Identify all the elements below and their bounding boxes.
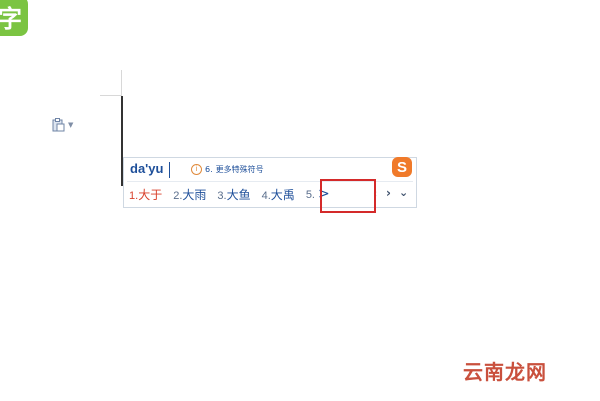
hint-number: 6. bbox=[205, 165, 213, 174]
paste-dropdown-arrow-icon: ▼ bbox=[68, 121, 74, 129]
app-icon[interactable]: 字 bbox=[0, 0, 28, 36]
candidate-number: 5. bbox=[305, 189, 315, 201]
candidate-word: 大鱼 bbox=[226, 187, 251, 202]
candidate-number: 1. bbox=[129, 189, 139, 202]
watermark: 云南龙网 bbox=[463, 360, 547, 384]
candidate-1[interactable]: 1. 大于 bbox=[129, 186, 162, 203]
paste-options-icon[interactable]: ▼ bbox=[52, 118, 73, 132]
clipboard-icon bbox=[52, 118, 65, 132]
sogou-logo-icon[interactable]: S bbox=[392, 157, 412, 177]
candidate-4[interactable]: 4. 大禹 bbox=[262, 186, 295, 203]
candidate-number: 2. bbox=[173, 189, 183, 202]
page-margin-marker-horizontal bbox=[100, 95, 122, 96]
candidate-word: 大于 bbox=[138, 187, 163, 202]
pinyin-input[interactable]: da'yu bbox=[130, 161, 163, 176]
page-margin-marker-vertical bbox=[121, 70, 122, 96]
hint-text: 更多特殊符号 bbox=[215, 165, 264, 174]
expand-icon[interactable]: ⌄ bbox=[399, 186, 408, 199]
candidate-number: 3. bbox=[217, 189, 227, 202]
candidate-2[interactable]: 2. 大雨 bbox=[173, 186, 206, 203]
candidate-word: 大雨 bbox=[182, 187, 207, 202]
sogou-logo-letter: S bbox=[396, 158, 407, 176]
special-symbols-hint[interactable]: i 6. 更多特殊符号 bbox=[191, 164, 264, 175]
candidate-list: 1. 大于 2. 大雨 3. 大鱼 4. 大禹 5. > bbox=[129, 185, 341, 203]
highlight-annotation-box bbox=[320, 179, 376, 213]
app-icon-glyph: 字 bbox=[0, 4, 22, 33]
pinyin-caret bbox=[169, 162, 170, 178]
candidate-3[interactable]: 3. 大鱼 bbox=[217, 186, 250, 203]
candidate-word: 大禹 bbox=[270, 187, 295, 202]
candidate-number: 4. bbox=[261, 189, 271, 202]
info-icon: i bbox=[191, 164, 202, 175]
next-page-icon[interactable]: › bbox=[386, 186, 391, 200]
